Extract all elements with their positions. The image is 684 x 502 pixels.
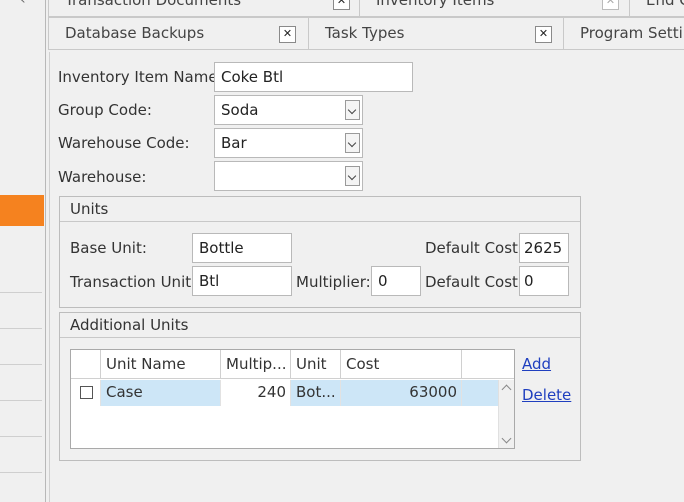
chevron-left-icon[interactable]: ‹ — [20, 0, 26, 8]
nav-selected-item[interactable] — [0, 195, 44, 226]
add-unit-link[interactable]: Add — [522, 355, 551, 373]
tab-inventory-items[interactable]: Inventory Items ✕ — [359, 0, 630, 17]
tab-label: Database Backups — [65, 24, 205, 42]
chevron-down-icon[interactable] — [345, 166, 360, 186]
units-group-divider — [60, 221, 580, 222]
cell-multiplier[interactable]: 240 — [221, 380, 291, 406]
chevron-down-icon[interactable] — [345, 133, 360, 153]
warehouse-code-select[interactable]: Bar — [214, 128, 363, 158]
delete-unit-link[interactable]: Delete — [522, 386, 571, 404]
tab-transaction-documents[interactable]: Transaction Documents ✕ — [48, 0, 360, 17]
close-icon[interactable]: ✕ — [333, 0, 350, 10]
column-header-multiplier[interactable]: Multip... — [221, 350, 291, 378]
units-group-title: Units — [70, 200, 109, 218]
tab-label: Task Types — [325, 24, 405, 42]
group-code-select[interactable]: Soda — [214, 95, 363, 125]
cell-unit-name[interactable]: Case — [101, 380, 221, 406]
additional-units-title: Additional Units — [70, 316, 189, 334]
nav-separator — [0, 328, 42, 329]
tab-row-top: Transaction Documents ✕ Inventory Items … — [48, 0, 684, 18]
cell-unit[interactable]: Bot... — [291, 380, 341, 406]
multiplier-input[interactable]: 0 — [371, 266, 421, 296]
chevron-down-icon[interactable] — [345, 100, 360, 120]
grid-header-select — [71, 350, 101, 378]
row-select-cell — [71, 380, 101, 406]
splitter[interactable] — [45, 0, 46, 502]
base-unit-label: Base Unit: — [70, 239, 147, 257]
default-cost-label: Default Cost: — [425, 239, 523, 257]
warehouse-code-label: Warehouse Code: — [58, 134, 190, 152]
row-checkbox[interactable] — [80, 386, 93, 399]
default-cost-2-input[interactable]: 0 — [519, 266, 569, 296]
tab-database-backups[interactable]: Database Backups ✕ — [48, 17, 309, 50]
nav-separator — [0, 292, 42, 293]
warehouse-code-value: Bar — [221, 134, 247, 152]
group-code-label: Group Code: — [58, 101, 152, 119]
tab-label: Transaction Documents — [65, 0, 242, 9]
tab-label: End O — [646, 0, 684, 9]
tab-row: Database Backups ✕ Task Types ✕ Program … — [48, 17, 684, 51]
close-icon[interactable]: ✕ — [535, 26, 552, 43]
default-cost-input[interactable]: 2625 — [519, 233, 569, 263]
column-header-unit-name[interactable]: Unit Name — [101, 350, 221, 378]
multiplier-label: Multiplier: — [296, 273, 371, 291]
close-icon[interactable]: ✕ — [602, 0, 619, 10]
nav-separator — [0, 436, 42, 437]
tab-label: Inventory Items — [376, 0, 495, 9]
tab-program-settings[interactable]: Program Settin — [563, 17, 684, 50]
warehouse-select[interactable] — [214, 161, 363, 191]
additional-units-grid: Unit Name Multip... Unit Cost Case 240 B… — [70, 349, 515, 449]
table-row[interactable]: Case 240 Bot... 63000 — [71, 380, 498, 406]
nav-separator — [0, 400, 42, 401]
tab-task-types[interactable]: Task Types ✕ — [308, 17, 564, 50]
base-unit-input[interactable]: Bottle — [192, 233, 292, 263]
warehouse-label: Warehouse: — [58, 168, 147, 186]
grid-scrollbar[interactable] — [498, 380, 514, 448]
scroll-down-icon[interactable] — [501, 433, 512, 444]
cell-cost[interactable]: 63000 — [341, 380, 462, 406]
tab-label: Program Settin — [580, 24, 684, 42]
close-icon[interactable]: ✕ — [279, 26, 296, 43]
column-header-cost[interactable]: Cost — [341, 350, 462, 378]
default-cost-2-label: Default Cost: — [425, 273, 523, 291]
grid-header: Unit Name Multip... Unit Cost — [71, 350, 514, 379]
additional-units-divider — [60, 337, 580, 338]
tab-end-of[interactable]: End O — [629, 0, 684, 17]
item-name-label: Inventory Item Name: — [58, 68, 223, 86]
nav-separator — [0, 364, 42, 365]
scroll-up-icon[interactable] — [501, 384, 512, 395]
transaction-unit-input[interactable]: Btl — [192, 266, 292, 296]
item-name-input[interactable]: Coke Btl — [214, 62, 413, 92]
group-code-value: Soda — [221, 101, 259, 119]
left-navigation: ‹ — [0, 0, 44, 502]
nav-separator — [0, 472, 42, 473]
column-header-unit[interactable]: Unit — [291, 350, 341, 378]
transaction-unit-label: Transaction Unit: — [70, 273, 197, 291]
